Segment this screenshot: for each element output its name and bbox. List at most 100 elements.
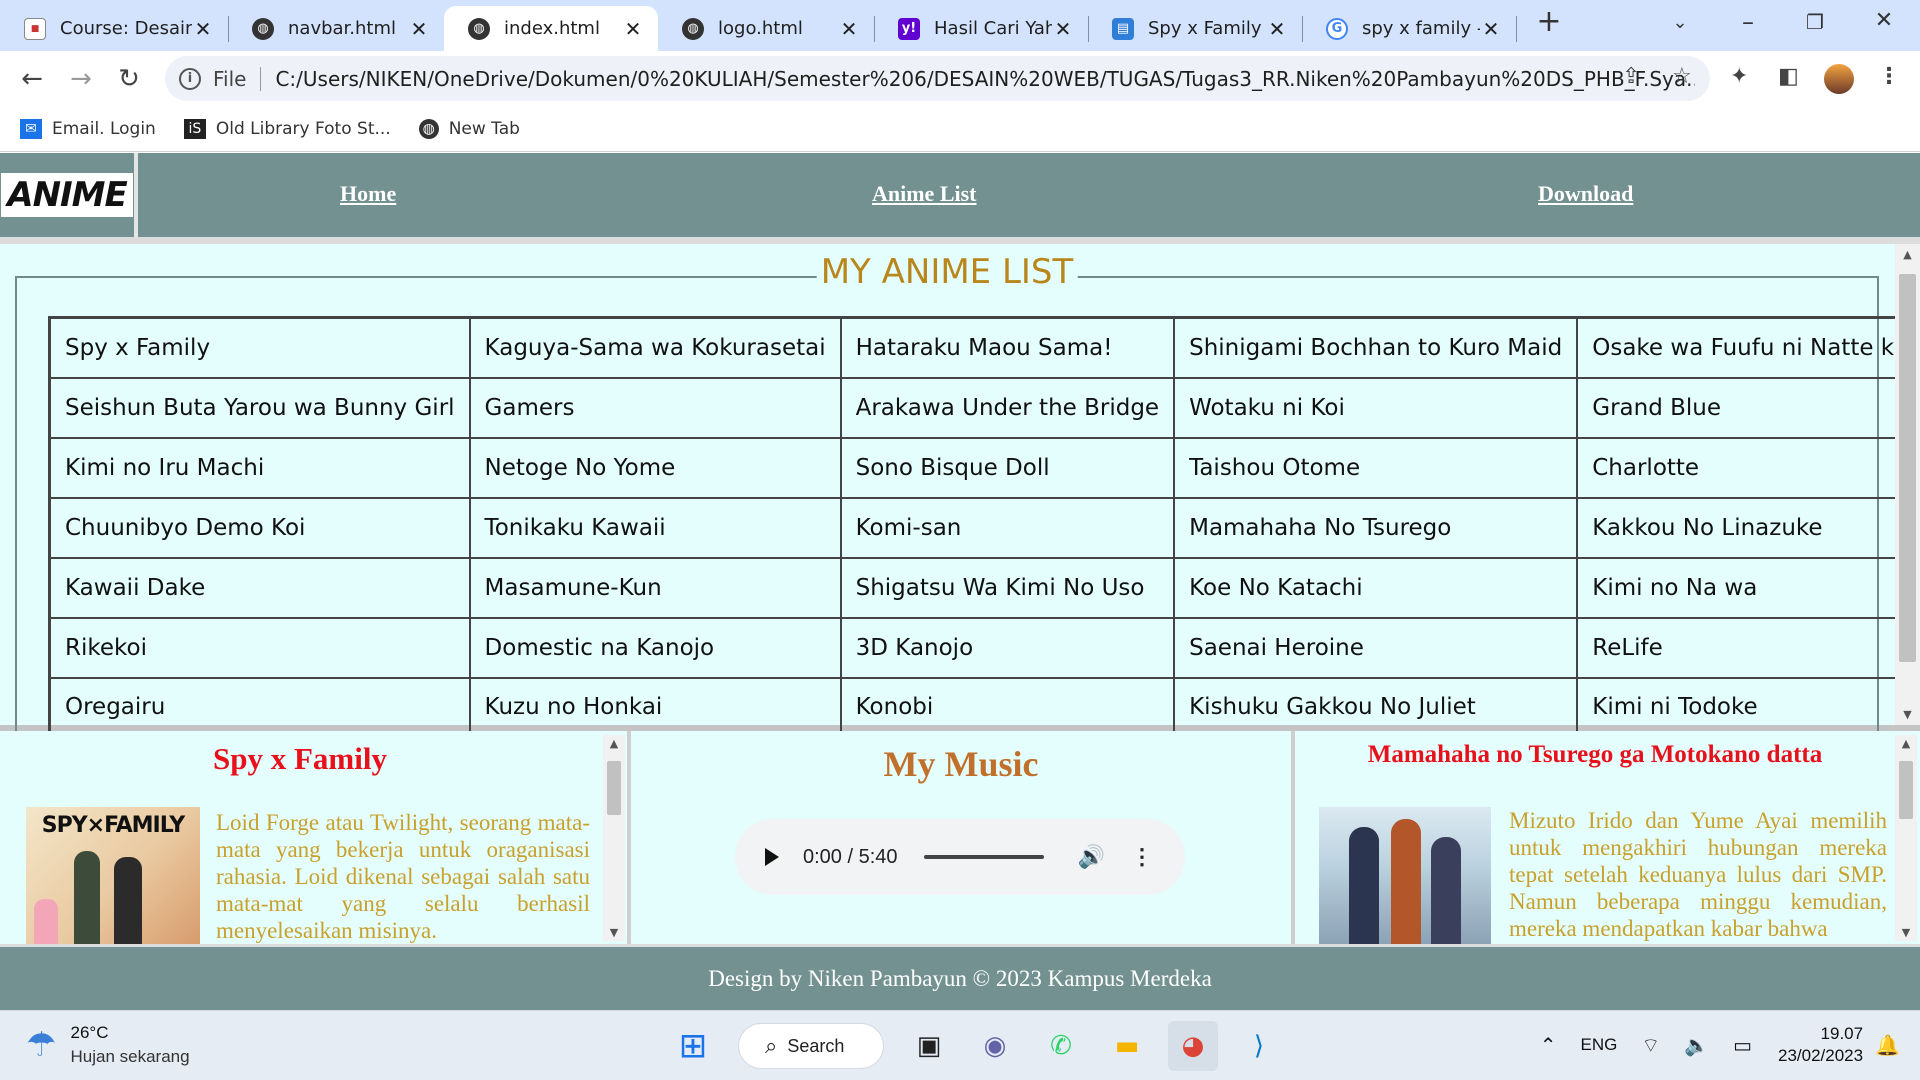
- info-icon[interactable]: i: [179, 67, 201, 90]
- anime-title-cell: Kaguya-Sama wa Kokurasetai: [468, 316, 842, 379]
- nav-download[interactable]: Download: [1538, 181, 1633, 207]
- anime-title-cell: Hataraku Maou Sama!: [839, 316, 1176, 379]
- clock[interactable]: 19.07 23/02/2023: [1778, 1023, 1863, 1067]
- back-icon[interactable]: ←: [15, 62, 49, 96]
- speaker-icon[interactable]: 🔈: [1684, 1033, 1709, 1058]
- close-icon[interactable]: ✕: [838, 17, 860, 41]
- teams-chat-icon[interactable]: ◉: [970, 1021, 1020, 1071]
- bookmark-library[interactable]: iS Old Library Foto St...: [183, 118, 391, 139]
- whatsapp-icon[interactable]: ✆: [1036, 1021, 1086, 1071]
- reload-icon[interactable]: ↻: [112, 62, 146, 96]
- scroll-down-icon[interactable]: ▼: [1895, 926, 1917, 939]
- anime-title-cell: Wotaku ni Koi: [1173, 376, 1579, 439]
- scroll-down-icon[interactable]: ▼: [1895, 708, 1920, 721]
- tab-course[interactable]: ■ Course: Desain ✕: [0, 6, 228, 51]
- scroll-thumb[interactable]: [1899, 761, 1913, 819]
- anime-title-cell: Saenai Heroine: [1173, 616, 1579, 679]
- taskbar-search[interactable]: ⌕ Search: [738, 1023, 884, 1069]
- restore-icon[interactable]: ❐: [1795, 10, 1835, 34]
- anime-title-cell: Tonikaku Kawaii: [468, 496, 842, 559]
- scroll-up-icon[interactable]: ▲: [1895, 737, 1917, 750]
- tab-spyxfamily[interactable]: ▤ Spy x Family (E ✕: [1088, 6, 1302, 51]
- tab-yahoo[interactable]: y! Hasil Cari Yaho ✕: [874, 6, 1088, 51]
- site-logo[interactable]: ANIME: [1, 173, 133, 217]
- notification-icon[interactable]: 🔔: [1875, 1033, 1900, 1058]
- close-icon[interactable]: ✕: [1480, 17, 1502, 41]
- list-title: MY ANIME LIST: [816, 252, 1078, 292]
- scroll-up-icon[interactable]: ▲: [603, 737, 625, 750]
- audio-progress[interactable]: [923, 855, 1044, 859]
- nav-anime-list[interactable]: Anime List: [872, 181, 977, 207]
- windows-start-icon[interactable]: ⊞: [668, 1021, 718, 1071]
- bookmark-email[interactable]: ✉ Email. Login: [20, 118, 156, 139]
- table-row: Spy x Family Kaguya-Sama wa Kokurasetai Ha…: [48, 316, 1920, 379]
- close-icon[interactable]: ✕: [622, 17, 644, 41]
- new-tab-icon[interactable]: +: [1529, 4, 1569, 39]
- mamahaha-image: [1319, 807, 1491, 944]
- vscode-icon[interactable]: ⟩: [1234, 1021, 1284, 1071]
- address-bar[interactable]: i File C:/Users/NIKEN/OneDrive/Dokumen/0…: [165, 56, 1710, 101]
- tab-search-icon[interactable]: ⌄: [1660, 12, 1700, 33]
- anime-title-cell: Kimi no Na wa: [1576, 556, 1920, 619]
- anime-title-cell: ReLife: [1576, 616, 1920, 679]
- side-panel-icon[interactable]: ◧: [1778, 64, 1799, 89]
- file-explorer-icon[interactable]: ▬: [1102, 1021, 1152, 1071]
- scroll-down-icon[interactable]: ▼: [603, 926, 625, 939]
- anime-title-cell: Kimi ni Todoke: [1576, 676, 1920, 739]
- tab-strip: ■ Course: Desain ✕ ◍ navbar.html ✕ ◍ ind…: [0, 0, 1920, 51]
- close-icon[interactable]: ✕: [1266, 17, 1288, 41]
- tab-logo[interactable]: ◍ logo.html ✕: [658, 6, 874, 51]
- close-icon[interactable]: ✕: [408, 17, 430, 41]
- mail-icon: ✉: [20, 118, 42, 139]
- forward-icon[interactable]: →: [64, 62, 98, 96]
- tab-navbar[interactable]: ◍ navbar.html ✕: [228, 6, 444, 51]
- volume-icon[interactable]: 🔊: [1078, 844, 1105, 870]
- bookmark-newtab[interactable]: ◍ New Tab: [418, 118, 520, 139]
- google-icon: G: [1326, 17, 1348, 40]
- scroll-up-icon[interactable]: ▲: [1895, 248, 1920, 261]
- anime-title-cell: Rikekoi: [48, 616, 471, 679]
- more-options-icon[interactable]: ⋮: [1131, 844, 1153, 870]
- close-icon[interactable]: ✕: [192, 17, 214, 41]
- bottom-frames: Spy x Family SPY×FAMILY Loid Forge atau …: [0, 731, 1920, 944]
- spy-family-image: SPY×FAMILY: [26, 807, 200, 944]
- task-view-icon[interactable]: ▣: [904, 1021, 954, 1071]
- scroll-thumb[interactable]: [1899, 274, 1916, 662]
- mamahaha-scrollbar[interactable]: ▲ ▼: [1895, 735, 1917, 941]
- site-navbar: ANIME Home Anime List Download: [0, 153, 1920, 237]
- anime-title-cell: Osake wa Fuufu ni Natte kara: [1576, 316, 1920, 379]
- chrome-icon[interactable]: ◕: [1168, 1021, 1218, 1071]
- anime-title-cell: Grand Blue: [1576, 376, 1920, 439]
- minimize-icon[interactable]: –: [1728, 8, 1768, 36]
- anime-title-cell: Kishuku Gakkou No Juliet: [1173, 676, 1579, 739]
- chevron-up-icon[interactable]: ⌃: [1540, 1033, 1557, 1058]
- mamahaha-desc: Mizuto Irido dan Yume Ayai memilih untuk…: [1509, 808, 1887, 941]
- share-icon[interactable]: ⇪: [1622, 64, 1640, 89]
- url-text[interactable]: C:/Users/NIKEN/OneDrive/Dokumen/0%20KULI…: [275, 67, 1695, 91]
- weather-widget[interactable]: ☂ 26°C Hujan sekarang: [26, 1023, 190, 1067]
- tab-google[interactable]: G spy x family - G ✕: [1302, 6, 1516, 51]
- nav-home[interactable]: Home: [340, 181, 396, 207]
- anime-list-frame: MY ANIME LIST Spy x Family Kaguya-Sama wa…: [0, 237, 1920, 739]
- wifi-icon[interactable]: ⌔: [1641, 1033, 1660, 1058]
- anime-title-cell: Charlotte: [1576, 436, 1920, 499]
- anime-title-cell: Kawaii Dake: [48, 556, 471, 619]
- close-icon[interactable]: ✕: [1052, 17, 1074, 41]
- bookmark-star-icon[interactable]: ☆: [1672, 64, 1692, 89]
- anime-title-cell: Koe No Katachi: [1173, 556, 1579, 619]
- battery-icon[interactable]: ▭: [1733, 1033, 1752, 1058]
- close-window-icon[interactable]: ✕: [1864, 8, 1904, 33]
- spy-family-scrollbar[interactable]: ▲ ▼: [603, 735, 625, 941]
- menu-icon[interactable]: ⋮: [1878, 64, 1900, 89]
- taskbar: ☂ 26°C Hujan sekarang ⊞ ⌕ Search ▣ ◉ ✆ ▬…: [0, 1010, 1920, 1080]
- extensions-icon[interactable]: ✦: [1730, 64, 1748, 89]
- anime-title-cell: Taishou Otome: [1173, 436, 1579, 499]
- anime-title-cell: Domestic na Kanojo: [468, 616, 842, 679]
- audio-player[interactable]: 0:00 / 5:40 🔊 ⋮: [735, 819, 1185, 895]
- tab-index[interactable]: ◍ index.html ✕: [444, 6, 658, 51]
- list-scrollbar[interactable]: ▲ ▼: [1895, 244, 1920, 725]
- scroll-thumb[interactable]: [607, 761, 621, 815]
- language-indicator[interactable]: ENG: [1581, 1035, 1618, 1055]
- avatar[interactable]: [1824, 64, 1854, 94]
- play-icon[interactable]: [765, 848, 779, 866]
